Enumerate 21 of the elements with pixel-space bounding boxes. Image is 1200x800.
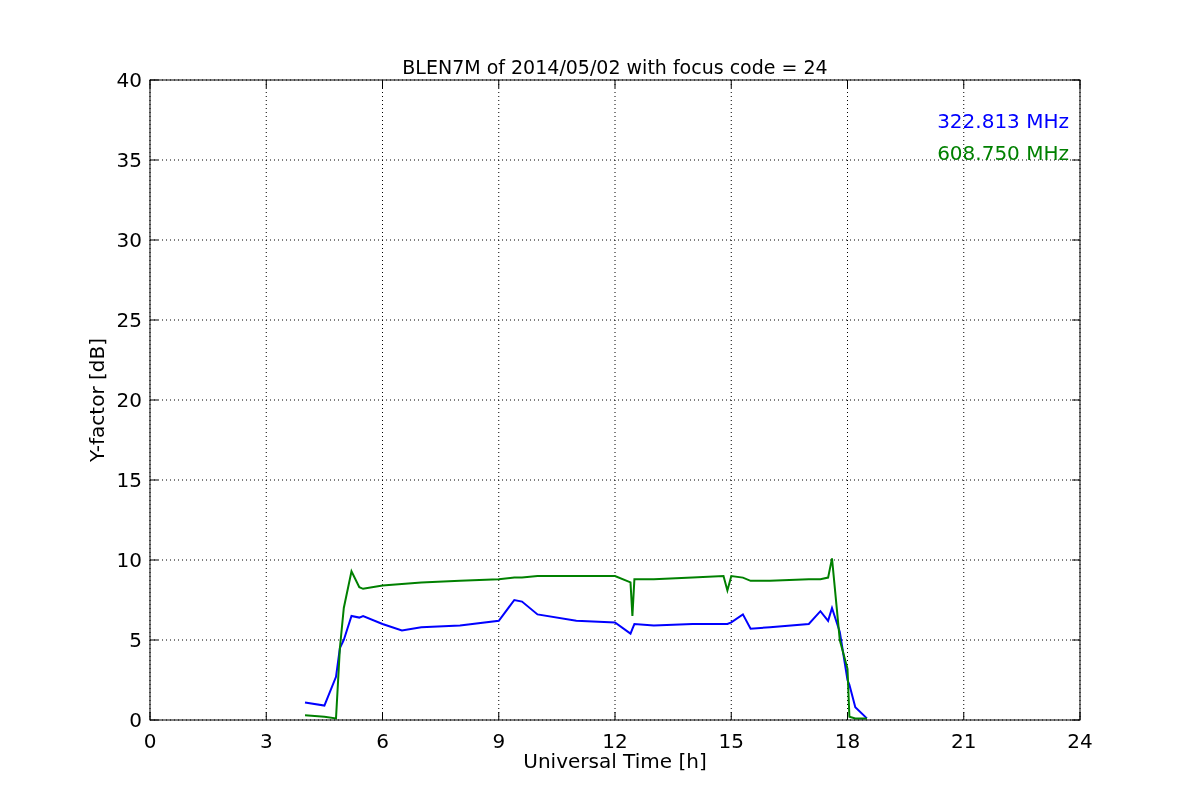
y-tick-label: 5 xyxy=(129,628,142,652)
x-tick-label: 9 xyxy=(492,729,506,753)
x-tick-label: 21 xyxy=(951,729,977,753)
x-tick-label: 15 xyxy=(718,729,744,753)
y-tick-label: 40 xyxy=(116,68,142,92)
series-label: 322.813 MHz xyxy=(937,109,1069,133)
x-tick-label: 3 xyxy=(259,729,273,753)
y-axis-label: Y-factor [dB] xyxy=(85,338,109,462)
x-tick-label: 6 xyxy=(376,729,389,753)
series-label: 608.750 MHz xyxy=(937,141,1069,165)
y-tick-label: 15 xyxy=(116,468,142,492)
y-tick-label: 10 xyxy=(116,548,142,572)
chart-title: BLEN7M of 2014/05/02 with focus code = 24 xyxy=(402,56,828,78)
y-tick-label: 25 xyxy=(116,308,142,332)
x-tick-label: 0 xyxy=(143,729,157,753)
y-tick-label: 20 xyxy=(116,388,142,412)
y-tick-label: 30 xyxy=(116,228,142,252)
x-tick-label: 24 xyxy=(1067,729,1093,753)
y-tick-label: 35 xyxy=(116,148,142,172)
x-tick-label: 18 xyxy=(834,729,861,753)
y-tick-label: 0 xyxy=(129,708,142,732)
